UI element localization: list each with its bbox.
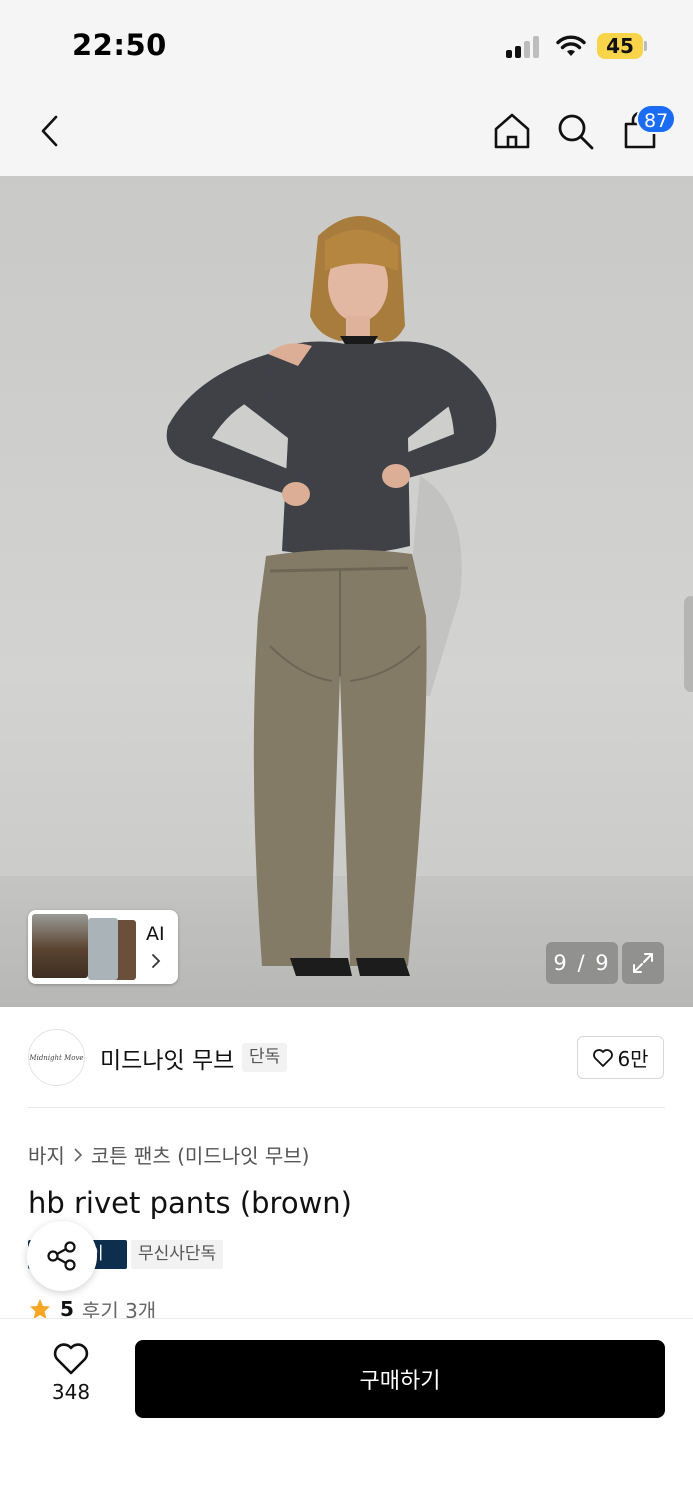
share-button[interactable] [27, 1221, 97, 1291]
brand-like-count: 6만 [617, 1047, 649, 1071]
brand-name[interactable]: 미드나잇 무브 [100, 1041, 234, 1075]
heart-icon [53, 1343, 89, 1375]
product-image-gallery[interactable]: AI 9 / 9 [0, 176, 693, 1007]
top-nav-bar [0, 92, 693, 176]
chevron-right-icon [152, 954, 161, 968]
breadcrumb-subcategory[interactable]: 코튼 팬츠 (미드나잇 무브) [91, 1140, 310, 1169]
exclusive-badge: 단독 [242, 1043, 288, 1072]
status-time: 22:50 [72, 28, 167, 62]
cellular-signal-icon [506, 36, 542, 58]
search-icon [558, 114, 594, 150]
ai-label: AI [146, 923, 165, 945]
wishlist-button[interactable]: 348 [36, 1342, 106, 1414]
breadcrumb: 바지 코튼 팬츠 (미드나잇 무브) [28, 1140, 310, 1169]
heart-icon [593, 1048, 614, 1067]
thumbnail-image-1 [32, 914, 88, 978]
buy-button[interactable]: 구매하기 [135, 1340, 665, 1418]
expand-icon [633, 953, 653, 973]
breadcrumb-category[interactable]: 바지 [28, 1140, 65, 1169]
battery-indicator: 45 [597, 33, 643, 59]
image-counter: 9 / 9 [546, 942, 618, 984]
product-title: hb rivet pants (brown) [28, 1186, 352, 1220]
wishlist-count: 348 [51, 1380, 91, 1404]
cart-count-badge: 87 [636, 104, 677, 134]
battery-tip [644, 41, 647, 51]
ai-recommendation-card[interactable]: AI [28, 910, 178, 984]
product-photo [166, 216, 497, 976]
home-icon [494, 113, 530, 149]
share-icon [47, 1241, 76, 1271]
back-button[interactable] [27, 108, 73, 154]
expand-button[interactable] [622, 942, 664, 984]
divider [28, 1107, 665, 1108]
home-button[interactable] [489, 108, 535, 154]
tag-musinsa-exclusive: 무신사단독 [131, 1240, 224, 1269]
brand-like-button[interactable]: 6만 [577, 1036, 664, 1079]
gallery-edge-handle[interactable] [684, 596, 693, 692]
thumbnail-image-2 [88, 918, 118, 980]
status-bar: 22:50 45 [0, 0, 693, 92]
chevron-left-icon [41, 115, 58, 147]
search-button[interactable] [552, 108, 598, 154]
brand-logo[interactable]: Midnight Move [28, 1029, 85, 1086]
wifi-icon [556, 35, 586, 56]
chevron-right-icon [74, 1147, 82, 1162]
brand-logo-text: Midnight Move [29, 1053, 84, 1062]
